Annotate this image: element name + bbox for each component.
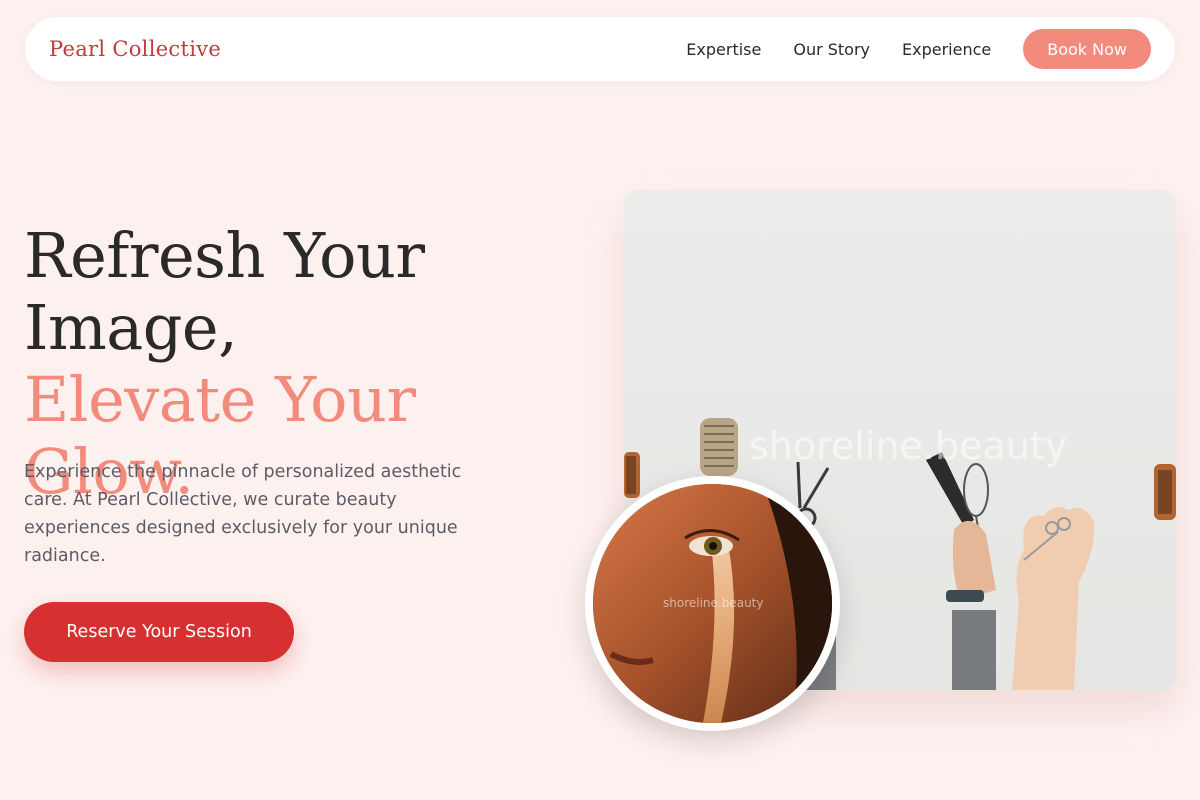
nav-link-experience[interactable]: Experience xyxy=(902,40,991,59)
book-now-button[interactable]: Book Now xyxy=(1023,29,1151,69)
navbar: Pearl Collective Expertise Our Story Exp… xyxy=(25,17,1175,81)
nav-links: Expertise Our Story Experience Book Now xyxy=(686,29,1151,69)
nav-link-expertise[interactable]: Expertise xyxy=(686,40,761,59)
portrait-watermark: shoreline.beauty xyxy=(663,596,764,610)
nav-link-our-story[interactable]: Our Story xyxy=(793,40,870,59)
hero-portrait-circle: shoreline.beauty xyxy=(585,476,840,731)
hero-description: Experience the pinnacle of personalized … xyxy=(24,462,462,566)
brand-logo[interactable]: Pearl Collective xyxy=(49,37,221,61)
hero-title-line-1: Refresh Your xyxy=(24,219,425,292)
portrait-image: shoreline.beauty xyxy=(593,484,832,723)
image-watermark: shoreline.beauty xyxy=(749,424,1068,468)
hero-title-line-2: Image, xyxy=(24,291,238,364)
reserve-session-button[interactable]: Reserve Your Session xyxy=(24,602,294,662)
